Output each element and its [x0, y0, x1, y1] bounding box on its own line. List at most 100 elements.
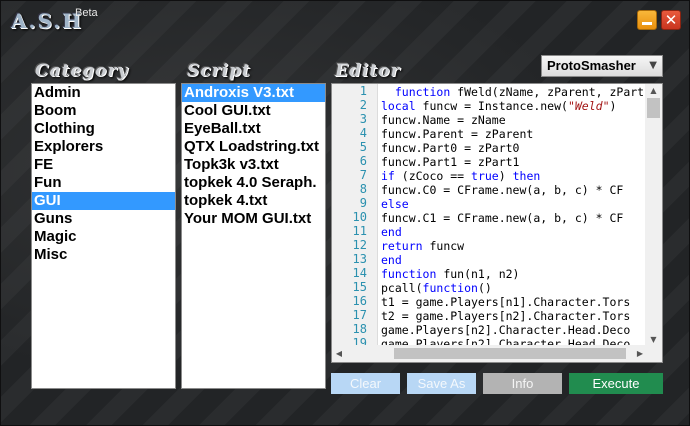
code-line: funcw.C0 = CFrame.new(a, b, c) * CF [381, 183, 643, 197]
vertical-scrollbar[interactable]: ▲ ▼ [645, 84, 662, 347]
script-item[interactable]: QTX Loadstring.txt [182, 138, 325, 156]
code-token: funcw.Parent = zParent [381, 127, 534, 141]
code-token: (zCoco == [394, 169, 472, 183]
script-item[interactable]: Your MOM GUI.txt [182, 210, 325, 228]
code-keyword: end [381, 253, 402, 267]
line-number: 17 [352, 308, 367, 322]
category-item[interactable]: Guns [32, 210, 175, 228]
code-token: funcw = Instance.new( [415, 99, 568, 113]
line-number: 9 [359, 196, 367, 210]
script-item[interactable]: Topk3k v3.txt [182, 156, 325, 174]
code-token: funcw [422, 239, 465, 253]
code-line: return funcw [381, 239, 643, 253]
executor-select-value: ProtoSmasher [547, 58, 636, 73]
category-list[interactable]: Admin Boom Clothing Explorers FE Fun GUI Guns Ma… [31, 83, 176, 389]
code-line: game.Players[n2].Character.Head.Deco [381, 323, 643, 337]
code-token: fun(n1, n2) [436, 267, 520, 281]
category-item[interactable]: Fun [32, 174, 175, 192]
code-token: game.Players[n2].Character.Head.Deco [381, 323, 631, 337]
code-line: funcw.Parent = zParent [381, 127, 643, 141]
line-number: 2 [359, 98, 367, 112]
code-keyword: if [381, 169, 395, 183]
line-number: 18 [352, 322, 367, 336]
script-item[interactable]: Cool GUI.txt [182, 102, 325, 120]
code-line: function fun(n1, n2) [381, 267, 643, 281]
code-token: t2 = game.Players[n2].Character.Tors [381, 309, 631, 323]
vertical-scroll-thumb[interactable] [647, 98, 660, 118]
line-number: 4 [359, 126, 367, 140]
code-line: if (zCoco == true) then [381, 169, 643, 183]
code-token: funcw.C1 = CFrame.new(a, b, c) * CF [381, 211, 624, 225]
script-item[interactable]: topkek 4.txt [182, 192, 325, 210]
code-keyword: end [381, 225, 402, 239]
code-keyword: return [381, 239, 423, 253]
save-as-button[interactable]: Save As [407, 373, 476, 394]
code-token: pcall( [381, 281, 423, 295]
info-button[interactable]: Info [483, 373, 562, 394]
horizontal-scrollbar[interactable]: ◀ ▶ [332, 345, 647, 362]
category-item[interactable]: Explorers [32, 138, 175, 156]
code-keyword: function [381, 267, 437, 281]
chevron-down-icon: ▼ [649, 60, 657, 71]
category-item[interactable]: Misc [32, 246, 175, 264]
line-number: 6 [359, 154, 367, 168]
code-keyword: then [512, 169, 541, 183]
beta-label: Beta [75, 7, 98, 19]
category-item[interactable]: Boom [32, 102, 175, 120]
code-keyword: true [471, 169, 499, 183]
code-line: funcw.Part1 = zPart1 [381, 155, 643, 169]
line-number: 13 [352, 252, 367, 266]
line-number: 12 [352, 238, 367, 252]
code-line: else [381, 197, 643, 211]
code-line: t1 = game.Players[n1].Character.Tors [381, 295, 643, 309]
code-area[interactable]: function fWeld(zName, zParent, zPart0 loc… [381, 85, 643, 353]
minimize-icon [642, 21, 652, 25]
code-line: funcw.C1 = CFrame.new(a, b, c) * CF [381, 211, 643, 225]
script-item[interactable]: topkek 4.0 Seraph. [182, 174, 325, 192]
code-line: funcw.Name = zName [381, 113, 643, 127]
execute-button[interactable]: Execute [569, 373, 663, 394]
scrollbar-corner [645, 345, 662, 362]
code-token: fWeld(zName, zParent, zPart0 [450, 85, 643, 99]
line-number: 14 [352, 266, 367, 280]
close-button[interactable]: ✕ [661, 10, 681, 30]
code-editor[interactable]: 1 2 3 4 5 6 7 8 9 10 11 12 13 14 15 16 17 18 19 function f… [331, 83, 663, 363]
script-list[interactable]: Androxis V3.txt Cool GUI.txt EyeBall.txt QT… [181, 83, 326, 389]
script-item[interactable]: Androxis V3.txt [182, 84, 325, 102]
code-keyword: else [381, 197, 409, 211]
scroll-left-icon[interactable]: ◀ [332, 345, 346, 362]
category-item[interactable]: Admin [32, 84, 175, 102]
horizontal-scroll-thumb[interactable] [394, 348, 626, 359]
code-token: funcw.Part0 = zPart0 [381, 141, 520, 155]
code-token: () [477, 281, 492, 295]
editor-heading: Editor [335, 61, 401, 81]
code-token: ) [609, 99, 617, 113]
line-number: 10 [352, 210, 367, 224]
code-token: ) [498, 169, 513, 183]
category-item[interactable]: GUI [32, 192, 175, 210]
clear-button[interactable]: Clear [331, 373, 400, 394]
code-line: funcw.Part0 = zPart0 [381, 141, 643, 155]
code-line: end [381, 225, 643, 239]
code-keyword: function [394, 85, 451, 99]
category-item[interactable]: FE [32, 156, 175, 174]
category-item[interactable]: Clothing [32, 120, 175, 138]
code-line: local funcw = Instance.new("Weld") [381, 99, 643, 113]
minimize-button[interactable] [637, 10, 657, 30]
code-line: function fWeld(zName, zParent, zPart0 [381, 85, 643, 99]
app-window: A.S.H Beta ✕ Category Script Editor Admi… [0, 0, 690, 426]
line-number: 7 [359, 168, 367, 182]
scroll-up-icon[interactable]: ▲ [645, 84, 662, 98]
script-item[interactable]: EyeBall.txt [182, 120, 325, 138]
executor-select[interactable]: ProtoSmasher ▼ [541, 55, 663, 77]
line-number: 16 [352, 294, 367, 308]
code-string: "Weld" [567, 99, 610, 113]
code-line: pcall(function() [381, 281, 643, 295]
line-number: 15 [352, 280, 367, 294]
close-icon: ✕ [664, 10, 678, 29]
line-number-gutter: 1 2 3 4 5 6 7 8 9 10 11 12 13 14 15 16 17 18 19 [332, 84, 378, 362]
category-heading: Category [35, 61, 129, 81]
code-token: funcw.Name = zName [381, 113, 506, 127]
code-line: t2 = game.Players[n2].Character.Tors [381, 309, 643, 323]
category-item[interactable]: Magic [32, 228, 175, 246]
